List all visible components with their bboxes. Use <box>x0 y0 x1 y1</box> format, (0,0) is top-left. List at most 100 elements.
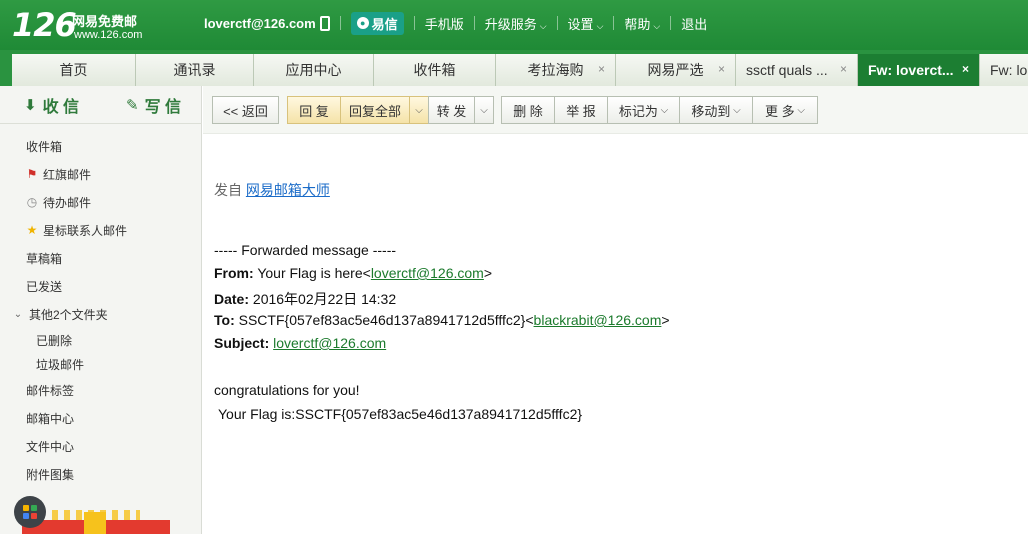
logo[interactable]: 126 网易免费邮 www.126.com <box>10 4 160 46</box>
tab-label: 应用中心 <box>285 62 342 78</box>
tab-inbox[interactable]: 收件箱 <box>374 54 496 86</box>
date-label: Date: <box>214 291 250 307</box>
sidebar-item-inbox[interactable]: 收件箱 <box>0 135 202 157</box>
help-menu[interactable]: 帮助 ⌵ <box>624 14 660 33</box>
mail-toolbar: << 返回 回 复 回复全部 ⌵ 转 发 ⌵ 删 除 举 报 标记为 ⌵ 移动到… <box>203 86 1028 134</box>
sidebar-item-other-folders[interactable]: ⌄ 其他2个文件夹 <box>0 303 202 325</box>
sidebar-item-labels[interactable]: 邮件标签 <box>0 379 202 401</box>
mark-as-menu[interactable]: 标记为 ⌵ <box>607 96 680 124</box>
sidebar-item-flagged[interactable]: ⚑ 红旗邮件 <box>0 163 202 185</box>
reply-label: 回 复 <box>299 103 329 119</box>
tab-app-center[interactable]: 应用中心 <box>254 54 374 86</box>
mobile-icon[interactable] <box>319 15 330 31</box>
divider <box>613 16 615 30</box>
divider <box>413 16 415 30</box>
sidebar-item-drafts[interactable]: 草稿箱 <box>0 247 202 269</box>
app-launcher-button[interactable] <box>14 496 46 528</box>
sidebar: ⬇ 收 信 ✎ 写 信 收件箱 ⚑ 红旗邮件 ◷ 待办邮件 ★ 星标联系人邮件 草稿箱… <box>0 86 202 534</box>
sidebar-item-attachments[interactable]: 附件图集 <box>0 463 202 485</box>
from-close: > <box>483 265 493 281</box>
tab-kaola[interactable]: 考拉海购 × <box>496 54 616 86</box>
subject-label: Subject: <box>214 335 270 351</box>
tab-bar: 首页 通讯录 应用中心 收件箱 考拉海购 × 网易严选 × ssctf quals … <box>0 50 1028 86</box>
logo-url: www.126.com <box>74 29 143 41</box>
move-to-label: 移动到 <box>691 103 731 119</box>
to-name: SSCTF{057ef83ac5e46d137a8941712d5fffc2}< <box>238 312 534 328</box>
sidebar-item-file-center[interactable]: 文件中心 <box>0 435 202 457</box>
sidebar-item-deleted[interactable]: 已删除 <box>0 329 202 351</box>
more-label: 更 多 <box>765 103 795 119</box>
reply-all-button[interactable]: 回复全部 <box>340 96 410 124</box>
sidebar-item-spam[interactable]: 垃圾邮件 <box>0 353 202 375</box>
write-button[interactable]: ✎ 写 信 <box>126 94 181 116</box>
date-value: 2016年02月22日 14:32 <box>252 291 397 307</box>
sidebar-item-mail-center[interactable]: 邮箱中心 <box>0 407 202 429</box>
tab-label: 首页 <box>59 62 88 78</box>
reply-button[interactable]: 回 复 <box>287 96 341 124</box>
help-label: 帮助 <box>624 16 651 32</box>
chevron-down-icon: ⌵ <box>480 104 488 116</box>
to-close: > <box>661 312 670 328</box>
subject-link[interactable]: loverctf@126.com <box>273 335 386 351</box>
back-label: << 返回 <box>223 103 268 119</box>
from-email-link[interactable]: loverctf@126.com <box>371 265 484 281</box>
logout-link[interactable]: 退出 <box>681 14 707 33</box>
tab-label: ssctf quals ... <box>746 62 828 78</box>
chevron-down-icon: ⌵ <box>415 104 423 116</box>
close-icon[interactable]: × <box>598 62 605 76</box>
red-flag-icon: ⚑ <box>26 167 38 181</box>
receive-button[interactable]: ⬇ 收 信 <box>24 94 79 116</box>
settings-menu[interactable]: 设置 ⌵ <box>568 14 604 33</box>
yixin-button[interactable]: ● 易信 <box>350 11 404 35</box>
logo-number: 126 <box>12 6 77 44</box>
folder-label: 邮箱中心 <box>26 411 75 426</box>
download-icon: ⬇ <box>24 97 37 114</box>
folder-label: 星标联系人邮件 <box>43 223 128 238</box>
more-menu[interactable]: 更 多 ⌵ <box>752 96 818 124</box>
close-icon[interactable]: × <box>718 62 725 76</box>
upgrade-menu[interactable]: 升级服务 ⌵ <box>485 14 547 33</box>
star-icon: ★ <box>26 223 38 237</box>
folder-label: 收件箱 <box>26 139 63 154</box>
forward-button[interactable]: 转 发 <box>428 96 475 124</box>
folder-label: 已发送 <box>26 279 63 294</box>
folder-label: 待办邮件 <box>43 195 92 210</box>
forward-header: ----- Forwarded message ----- <box>214 242 397 258</box>
folder-label: 邮件标签 <box>26 383 75 398</box>
tab-label: Fw: lo <box>990 62 1028 78</box>
tab-fw-second[interactable]: Fw: lo <box>980 54 1028 86</box>
tab-contacts[interactable]: 通讯录 <box>136 54 254 86</box>
close-icon[interactable]: × <box>840 62 847 76</box>
chevron-down-icon: ⌵ <box>596 20 604 31</box>
divider <box>556 16 558 30</box>
mail-master-link[interactable]: 网易邮箱大师 <box>246 182 330 198</box>
sidebar-item-sent[interactable]: 已发送 <box>0 275 202 297</box>
sent-from-prefix: 发自 <box>214 182 242 198</box>
user-account[interactable]: loverctf@126.com <box>204 16 316 31</box>
back-button[interactable]: << 返回 <box>212 96 279 124</box>
mobile-version-link[interactable]: 手机版 <box>425 14 464 33</box>
folder-label: 附件图集 <box>26 467 75 482</box>
close-icon[interactable]: × <box>962 62 969 76</box>
forward-dropdown[interactable]: ⌵ <box>474 96 494 124</box>
sidebar-item-starred[interactable]: ★ 星标联系人邮件 <box>0 219 202 241</box>
tab-label: 考拉海购 <box>527 62 584 78</box>
mark-as-label: 标记为 <box>618 103 658 119</box>
from-label: From: <box>214 265 254 281</box>
chevron-down-icon: ⌵ <box>730 104 741 116</box>
to-email-link[interactable]: blackrabit@126.com <box>534 312 662 328</box>
message-body: 发自 网易邮箱大师 ----- Forwarded message ----- … <box>203 134 1028 534</box>
from-line: From: Your Flag is here<loverctf@126.com… <box>214 265 492 281</box>
report-button[interactable]: 举 报 <box>554 96 608 124</box>
delete-button[interactable]: 删 除 <box>501 96 555 124</box>
tab-ssctf[interactable]: ssctf quals ... × <box>736 54 858 86</box>
divider <box>339 16 341 30</box>
tab-fw-active[interactable]: Fw: loverct... × <box>858 54 980 86</box>
move-to-menu[interactable]: 移动到 ⌵ <box>679 96 753 124</box>
sidebar-item-todo[interactable]: ◷ 待办邮件 <box>0 191 202 213</box>
tab-home[interactable]: 首页 <box>12 54 136 86</box>
reply-dropdown[interactable]: ⌵ <box>409 96 429 124</box>
grid-icon <box>23 505 37 519</box>
tab-yanxuan[interactable]: 网易严选 × <box>616 54 736 86</box>
chevron-down-icon[interactable]: ⌄ <box>10 309 26 320</box>
